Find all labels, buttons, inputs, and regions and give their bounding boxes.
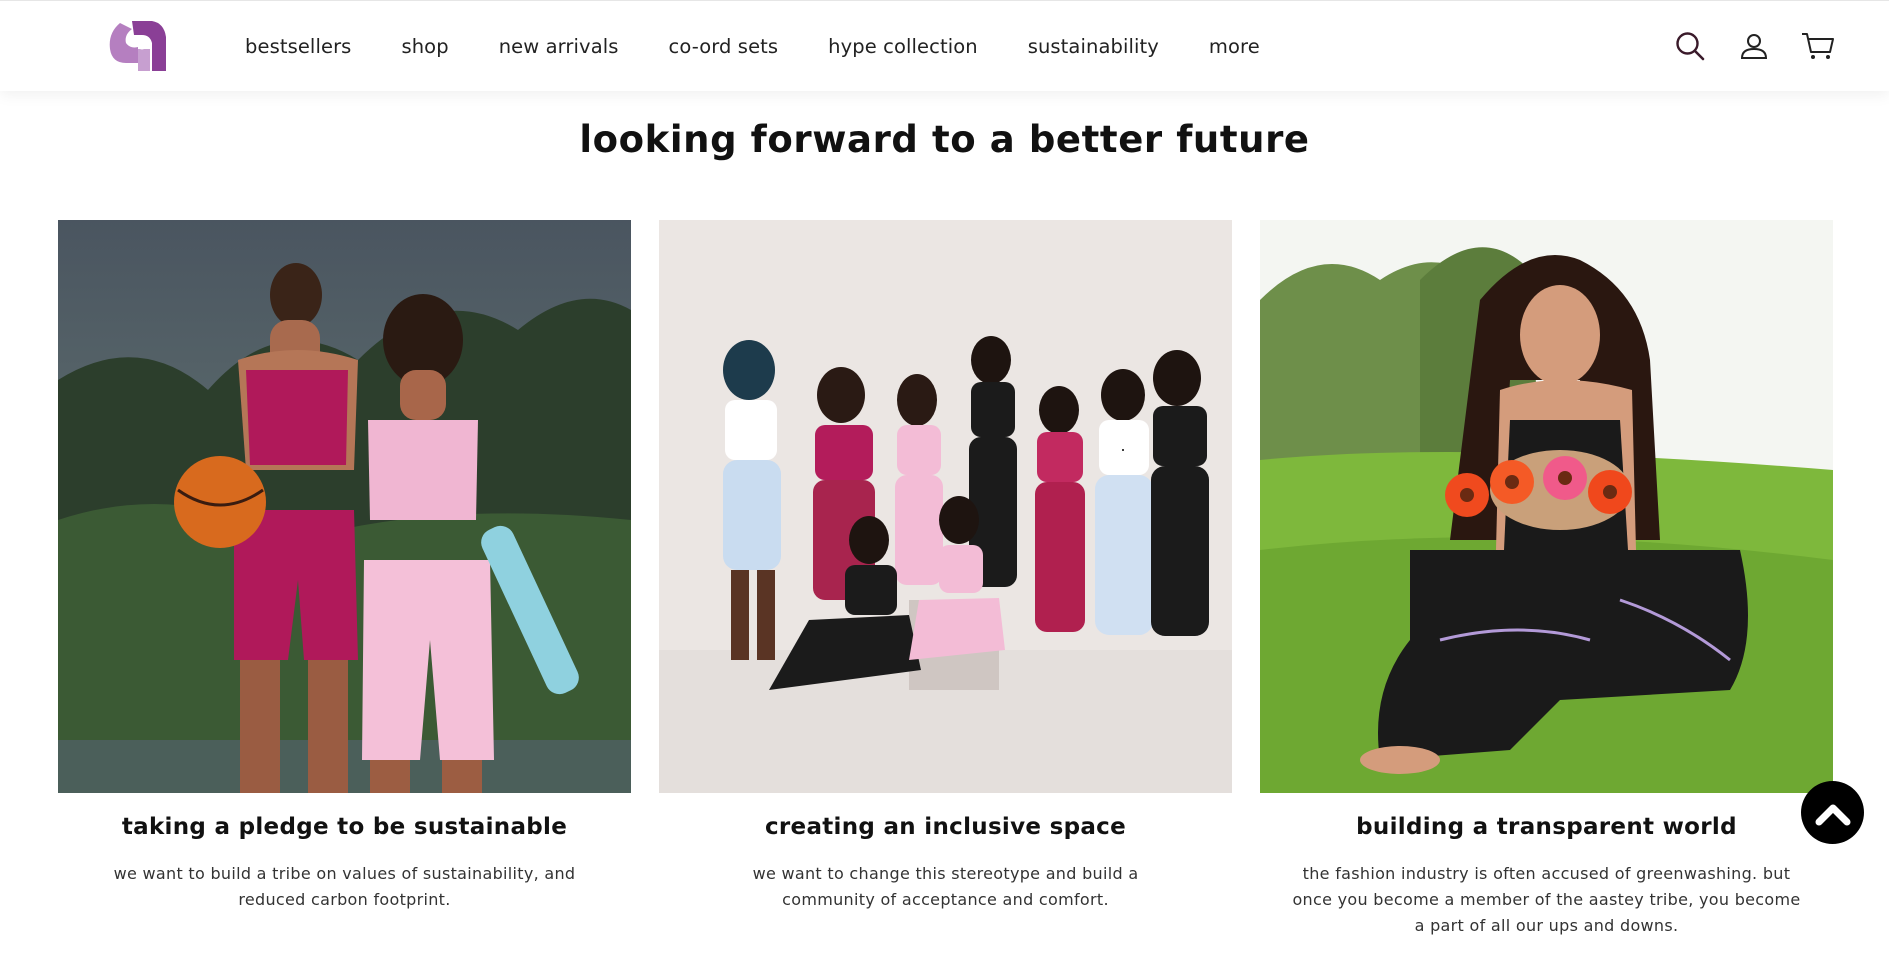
site-header: bestsellers shop new arrivals co-ord set… <box>0 0 1889 91</box>
brand-logo[interactable] <box>108 19 172 75</box>
photo-sustainable <box>58 220 631 793</box>
nav-sustainability[interactable]: sustainability <box>1028 35 1159 58</box>
cart-icon[interactable] <box>1801 29 1835 63</box>
section-title: looking forward to a better future <box>579 118 1310 161</box>
account-icon[interactable] <box>1737 29 1771 63</box>
nav-hype-collection[interactable]: hype collection <box>828 35 978 58</box>
card-text: the fashion industry is often accused of… <box>1292 864 1801 935</box>
search-icon[interactable] <box>1673 29 1707 63</box>
nav-shop[interactable]: shop <box>401 35 448 58</box>
card-text: we want to change this stereotype and bu… <box>752 864 1139 909</box>
photo-transparent <box>1260 220 1833 793</box>
feature-card-transparent: building a transparent world the fashion… <box>1260 220 1833 939</box>
feature-card-sustainable: taking a pledge to be sustainable we wan… <box>58 220 631 913</box>
card-text: we want to build a tribe on values of su… <box>113 864 576 909</box>
card-title: building a transparent world <box>1356 814 1737 840</box>
feature-card-inclusive: creating an inclusive space we want to c… <box>659 220 1232 913</box>
nav-new-arrivals[interactable]: new arrivals <box>499 35 619 58</box>
photo-inclusive <box>659 220 1232 793</box>
card-title: taking a pledge to be sustainable <box>121 814 568 840</box>
scroll-to-top-button[interactable] <box>1801 781 1864 844</box>
nav-more[interactable]: more <box>1209 35 1260 58</box>
nav-bestsellers[interactable]: bestsellers <box>245 35 351 58</box>
main-nav: bestsellers shop new arrivals co-ord set… <box>245 1 1310 92</box>
nav-co-ord-sets[interactable]: co-ord sets <box>669 35 779 58</box>
chevron-up-icon <box>1815 804 1850 825</box>
card-title: creating an inclusive space <box>764 814 1127 840</box>
header-actions <box>1673 29 1835 63</box>
